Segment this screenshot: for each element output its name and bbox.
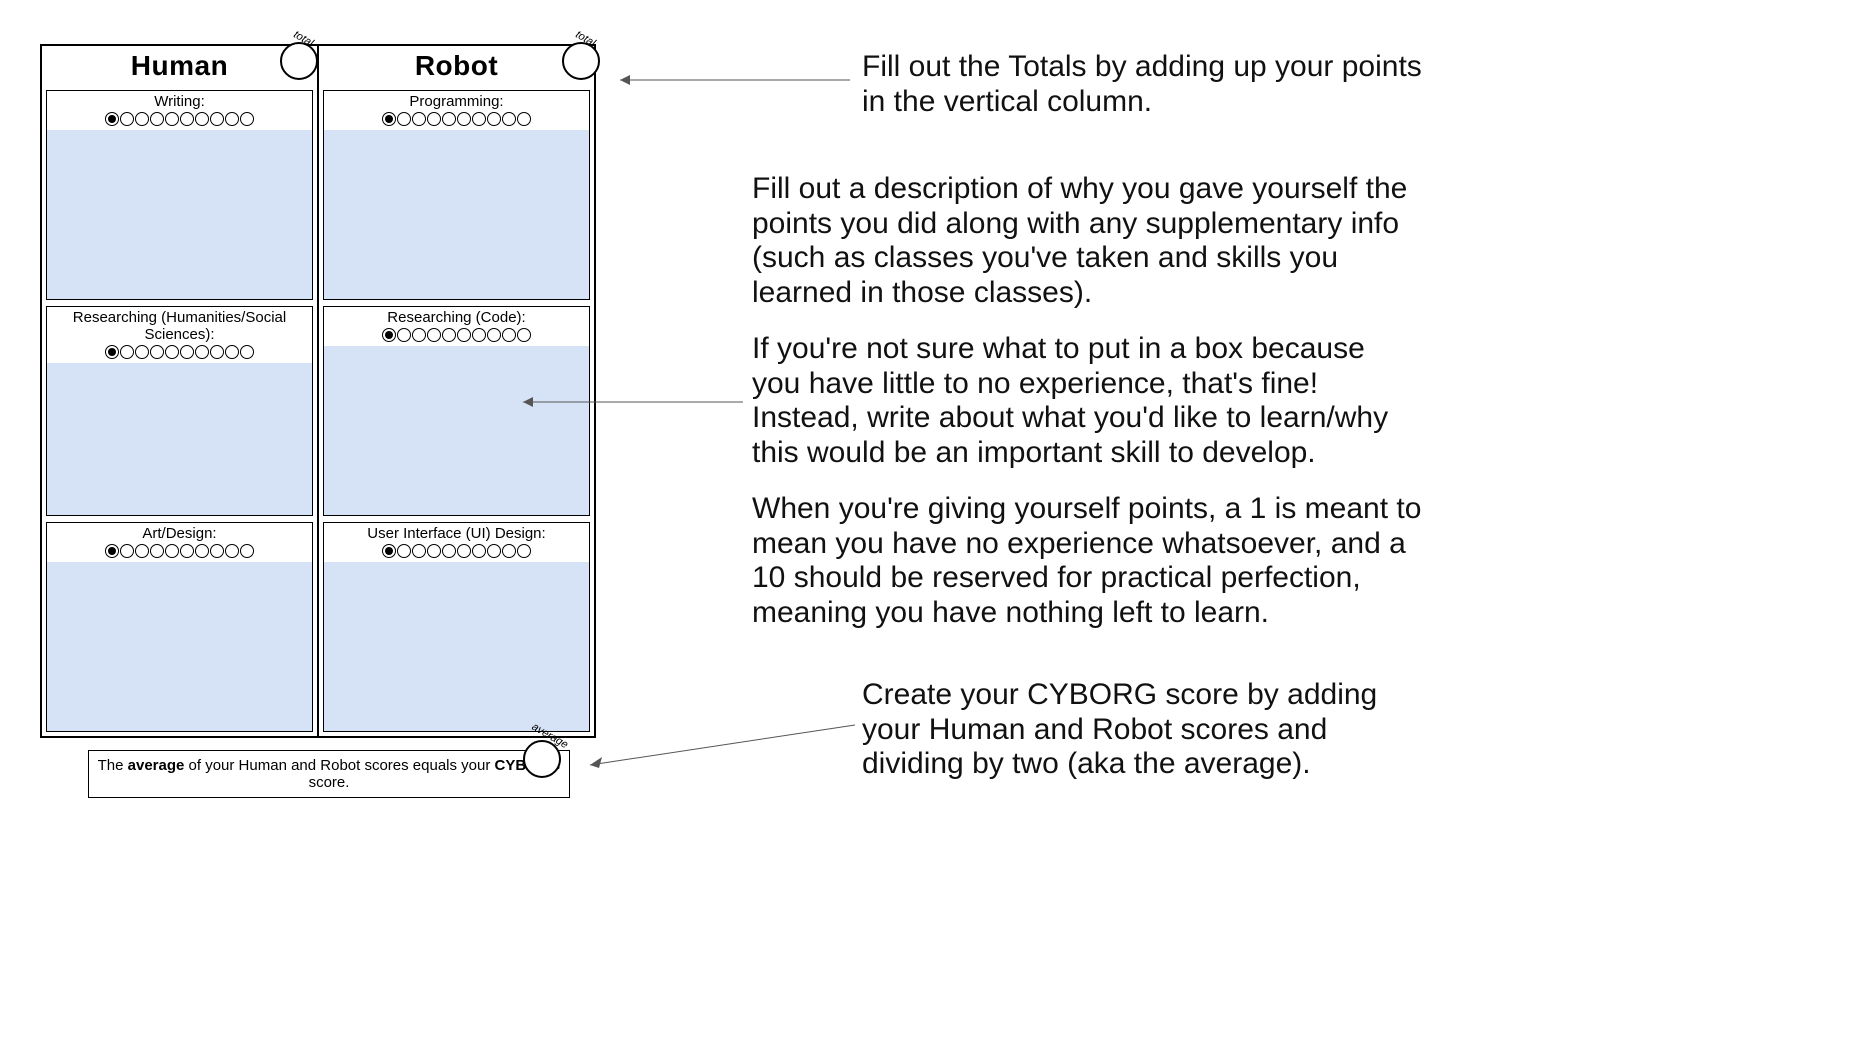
- rating-dot[interactable]: [195, 345, 209, 359]
- rating-dot[interactable]: [427, 544, 441, 558]
- rating-row-writing[interactable]: [47, 110, 312, 131]
- rating-dot[interactable]: [150, 345, 164, 359]
- rating-dot[interactable]: [412, 328, 426, 342]
- rating-dot[interactable]: [165, 345, 179, 359]
- rating-dot[interactable]: [210, 112, 224, 126]
- instruction-point-scale: When you're giving yourself points, a 1 …: [752, 492, 1432, 630]
- rating-dot[interactable]: [240, 345, 254, 359]
- rating-dot[interactable]: [442, 112, 456, 126]
- rating-dot[interactable]: [457, 544, 471, 558]
- rating-dot[interactable]: [180, 544, 194, 558]
- rating-dot[interactable]: [457, 328, 471, 342]
- page-root: Human Writing: Researching (Humanities/S…: [0, 0, 1866, 1050]
- rating-dot[interactable]: [120, 345, 134, 359]
- rating-dot[interactable]: [382, 112, 396, 126]
- rating-dot[interactable]: [105, 112, 119, 126]
- rating-dot[interactable]: [180, 112, 194, 126]
- rating-dot[interactable]: [442, 328, 456, 342]
- skill-label: Art/Design:: [47, 523, 312, 542]
- rating-dot[interactable]: [382, 544, 396, 558]
- rating-dot[interactable]: [472, 544, 486, 558]
- rating-dot[interactable]: [135, 112, 149, 126]
- rating-dot[interactable]: [427, 328, 441, 342]
- instruction-cyborg-score: Create your CYBORG score by adding your …: [862, 678, 1422, 782]
- rating-dot[interactable]: [135, 345, 149, 359]
- rating-dot[interactable]: [427, 112, 441, 126]
- instruction-totals: Fill out the Totals by adding up your po…: [862, 50, 1422, 119]
- rating-dot[interactable]: [517, 328, 531, 342]
- footer-text-pre: The: [98, 757, 128, 774]
- total-circle-human[interactable]: [280, 42, 318, 80]
- rating-dot[interactable]: [502, 544, 516, 558]
- skill-cell-art-design[interactable]: Art/Design:: [46, 522, 313, 732]
- rating-dot[interactable]: [412, 112, 426, 126]
- rating-dot[interactable]: [225, 112, 239, 126]
- rating-dot[interactable]: [210, 345, 224, 359]
- rating-dot[interactable]: [412, 544, 426, 558]
- rating-dot[interactable]: [382, 328, 396, 342]
- rating-dot[interactable]: [150, 544, 164, 558]
- total-circle-robot[interactable]: [562, 42, 600, 80]
- skill-cell-ui-design[interactable]: User Interface (UI) Design:: [323, 522, 590, 732]
- rating-dot[interactable]: [210, 544, 224, 558]
- skill-label: Programming:: [324, 91, 589, 110]
- rating-dot[interactable]: [240, 112, 254, 126]
- column-header-robot: Robot: [319, 46, 594, 88]
- rating-dot[interactable]: [150, 112, 164, 126]
- rating-row-art-design[interactable]: [47, 542, 312, 563]
- column-human: Human Writing: Researching (Humanities/S…: [42, 46, 317, 736]
- rating-dot[interactable]: [165, 544, 179, 558]
- column-header-human: Human: [42, 46, 317, 88]
- skill-label: Writing:: [47, 91, 312, 110]
- footer-text-post: score.: [309, 774, 350, 791]
- rating-dot[interactable]: [502, 112, 516, 126]
- rating-dot[interactable]: [225, 544, 239, 558]
- rating-dot[interactable]: [195, 112, 209, 126]
- rating-dot[interactable]: [457, 112, 471, 126]
- rating-dot[interactable]: [397, 328, 411, 342]
- rating-dot[interactable]: [502, 328, 516, 342]
- rating-dot[interactable]: [397, 112, 411, 126]
- rating-dot[interactable]: [517, 112, 531, 126]
- rating-row-ui-design[interactable]: [324, 542, 589, 563]
- instruction-description: Fill out a description of why you gave y…: [752, 172, 1432, 310]
- footer-text-mid: of your Human and Robot scores equals yo…: [184, 757, 494, 774]
- rating-dot[interactable]: [487, 112, 501, 126]
- skill-label: User Interface (UI) Design:: [324, 523, 589, 542]
- rating-dot[interactable]: [487, 328, 501, 342]
- skill-cell-writing[interactable]: Writing:: [46, 90, 313, 300]
- rating-dot[interactable]: [240, 544, 254, 558]
- footer-text-b1: average: [128, 757, 185, 774]
- skill-cell-researching-code[interactable]: Researching (Code):: [323, 306, 590, 516]
- rating-dot[interactable]: [180, 345, 194, 359]
- skill-label: Researching (Humanities/Social Sciences)…: [47, 307, 312, 343]
- rating-row-researching-code[interactable]: [324, 326, 589, 347]
- rating-dot[interactable]: [195, 544, 209, 558]
- worksheet-grid: Human Writing: Researching (Humanities/S…: [40, 44, 596, 738]
- rating-dot[interactable]: [165, 112, 179, 126]
- skill-cell-researching-humanities[interactable]: Researching (Humanities/Social Sciences)…: [46, 306, 313, 516]
- column-robot: Robot Programming: Researching (Code): U…: [317, 46, 594, 736]
- footer-average-box: The average of your Human and Robot scor…: [88, 750, 570, 798]
- rating-dot[interactable]: [472, 328, 486, 342]
- arrow-to-average-icon: [570, 720, 860, 780]
- rating-dot[interactable]: [120, 544, 134, 558]
- skill-label: Researching (Code):: [324, 307, 589, 326]
- arrow-to-total-icon: [600, 60, 860, 90]
- rating-dot[interactable]: [487, 544, 501, 558]
- instruction-no-experience: If you're not sure what to put in a box …: [752, 332, 1412, 470]
- rating-row-researching-humanities[interactable]: [47, 343, 312, 364]
- rating-dot[interactable]: [135, 544, 149, 558]
- rating-dot[interactable]: [105, 544, 119, 558]
- rating-dot[interactable]: [442, 544, 456, 558]
- rating-dot[interactable]: [397, 544, 411, 558]
- rating-dot[interactable]: [120, 112, 134, 126]
- rating-row-programming[interactable]: [324, 110, 589, 131]
- rating-dot[interactable]: [105, 345, 119, 359]
- skill-cell-programming[interactable]: Programming:: [323, 90, 590, 300]
- rating-dot[interactable]: [472, 112, 486, 126]
- rating-dot[interactable]: [225, 345, 239, 359]
- rating-dot[interactable]: [517, 544, 531, 558]
